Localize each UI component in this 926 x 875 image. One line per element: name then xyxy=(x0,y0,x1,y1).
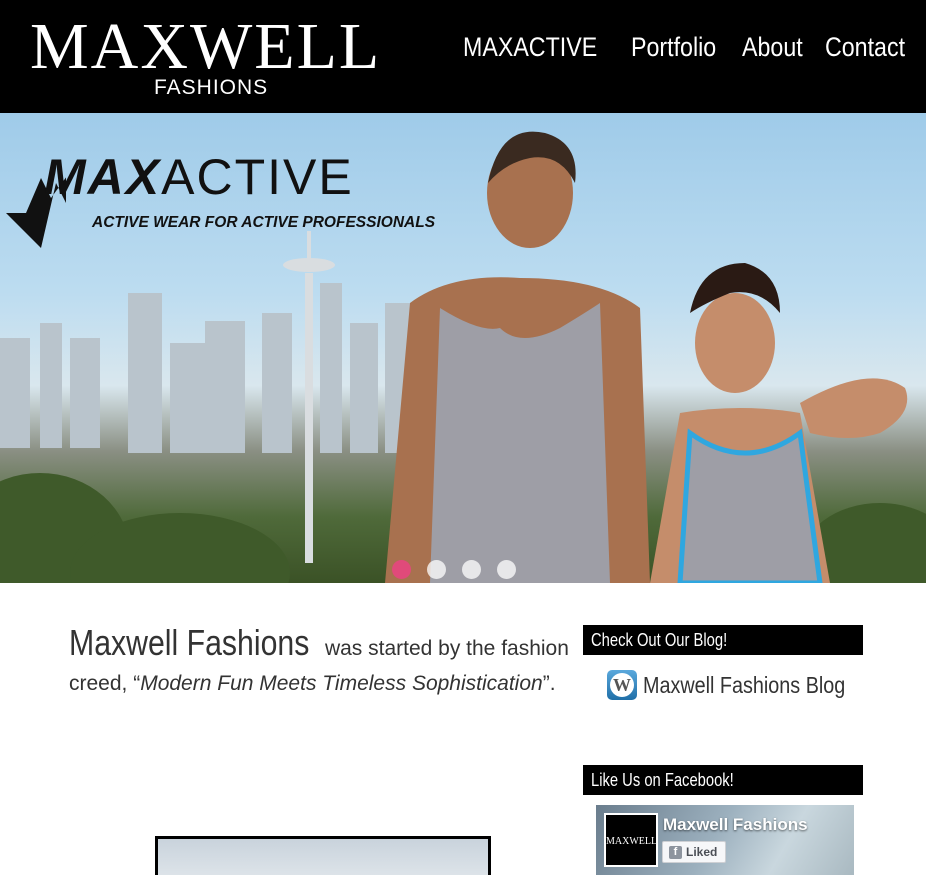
facebook-page-avatar[interactable]: MAXWELL xyxy=(604,813,658,867)
intro-quote: Modern Fun Meets Timeless Sophistication xyxy=(140,672,543,695)
slider-dot[interactable] xyxy=(427,560,446,579)
intro-text-after: ”. xyxy=(542,672,556,695)
blog-link-label: Maxwell Fashions Blog xyxy=(643,672,846,698)
facebook-widget-title: Like Us on Facebook! xyxy=(583,765,863,795)
wordpress-icon: W xyxy=(607,670,637,700)
slider-dot[interactable] xyxy=(462,560,481,579)
nav-about[interactable]: About xyxy=(742,30,803,64)
slider-dot[interactable] xyxy=(392,560,411,579)
slider-pagination xyxy=(392,560,516,579)
facebook-page-name[interactable]: Maxwell Fashions xyxy=(663,815,808,835)
logo-wordmark: MAXWELL xyxy=(30,10,382,83)
nav-portfolio[interactable]: Portfolio xyxy=(631,30,716,64)
facebook-icon: f xyxy=(669,845,682,859)
maxactive-wordmark-bold: MAX xyxy=(44,149,162,205)
logo-subtitle: FASHIONS xyxy=(154,76,269,99)
content-image xyxy=(155,836,491,875)
intro-text: Maxwell Fashions was started by the fash… xyxy=(69,625,569,701)
nav-maxactive[interactable]: MAXACTIVE xyxy=(463,30,597,64)
blog-link[interactable]: W Maxwell Fashions Blog xyxy=(607,670,878,700)
intro-paragraph: Maxwell Fashions was started by the fash… xyxy=(69,625,569,701)
facebook-liked-label: Liked xyxy=(686,845,718,859)
maxactive-logo: MAXACTIVE ACTIVE WEAR FOR ACTIVE PROFESS… xyxy=(6,143,481,253)
main-nav: MAXACTIVE Portfolio About Contact xyxy=(463,30,910,64)
slider-dot[interactable] xyxy=(497,560,516,579)
maxactive-wordmark-rest: ACTIVE xyxy=(161,149,354,205)
site-header: MAXWELL FASHIONS MAXACTIVE Portfolio Abo… xyxy=(0,0,926,113)
blog-widget-title: Check Out Our Blog! xyxy=(583,625,863,655)
maxactive-tagline: ACTIVE WEAR FOR ACTIVE PROFESSIONALS xyxy=(92,214,436,231)
facebook-liked-button[interactable]: f Liked xyxy=(662,841,727,863)
blog-widget-title-text: Check Out Our Blog! xyxy=(591,630,728,650)
facebook-page-plugin[interactable]: MAXWELL Maxwell Fashions f Liked xyxy=(596,805,854,875)
intro-brand-name: Maxwell Fashions xyxy=(69,622,310,663)
facebook-widget-title-text: Like Us on Facebook! xyxy=(591,770,734,790)
maxactive-wordmark: MAXACTIVE xyxy=(44,149,354,205)
nav-contact[interactable]: Contact xyxy=(825,30,905,64)
hero-slider[interactable]: MAXACTIVE ACTIVE WEAR FOR ACTIVE PROFESS… xyxy=(0,113,926,583)
site-logo[interactable]: MAXWELL FASHIONS xyxy=(30,14,402,104)
